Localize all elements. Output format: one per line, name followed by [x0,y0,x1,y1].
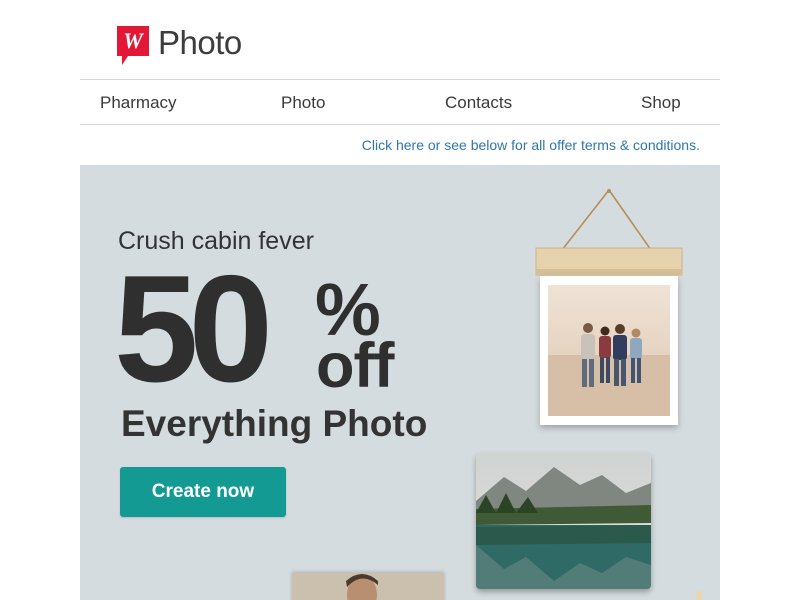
walgreens-w-logo-icon: W [117,26,149,65]
create-now-button[interactable]: Create now [120,467,286,517]
email-container: W Photo Pharmacy Photo Contacts Shop Cli… [80,0,720,600]
hero-banner[interactable]: Crush cabin fever 50 % off Everything Ph… [80,165,720,600]
hero-subhead: Everything Photo [121,403,428,444]
family-beach-photo [548,285,670,416]
hanging-photo-print [540,276,678,425]
nav-item-photo[interactable]: Photo [281,93,325,113]
nav-item-pharmacy[interactable]: Pharmacy [100,93,177,113]
man-portrait-photo [292,573,444,600]
offer-terms-link[interactable]: Click here or see below for all offer te… [362,137,700,153]
discount-number: 50 [114,244,273,414]
nav-item-shop[interactable]: Shop [641,93,681,113]
brand-name: Photo [158,24,242,61]
portrait-photo-print [292,573,444,600]
brand-logo[interactable]: W Photo [116,24,242,66]
main-nav: Pharmacy Photo Contacts Shop [80,80,720,124]
nav-bottom-divider [80,124,720,125]
discount-off-word: off [316,331,394,401]
mountain-lake-photo [476,453,651,589]
decor-accent [696,591,702,600]
nav-item-contacts[interactable]: Contacts [445,93,512,113]
landscape-canvas-print [476,453,651,589]
hanging-print-hanger [535,188,683,276]
svg-text:W: W [123,28,144,53]
